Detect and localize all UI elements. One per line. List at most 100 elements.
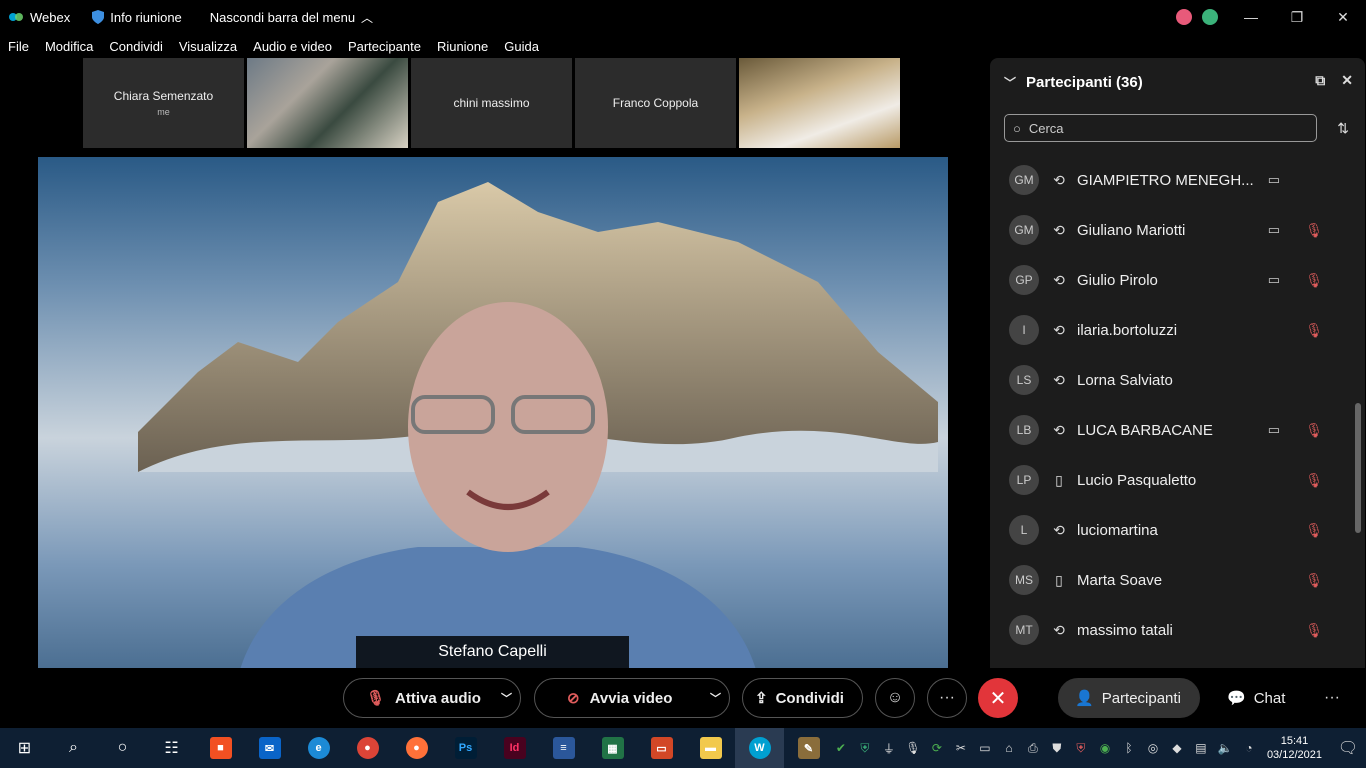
video-camera-icon: ▭ bbox=[1267, 422, 1280, 437]
clock-date: 03/12/2021 bbox=[1266, 749, 1322, 761]
chat-button[interactable]: 💬 Chat bbox=[1212, 678, 1302, 718]
participant-row[interactable]: MT ⟲ massimo tatali 🎙 bbox=[990, 605, 1345, 655]
participant-row[interactable]: LP ▯ Lucio Pasqualetto 🎙 bbox=[990, 455, 1345, 505]
participant-name: GIAMPIETRO MENEGH... bbox=[1077, 171, 1254, 189]
mail-app[interactable]: ✉ bbox=[245, 728, 294, 768]
bluetooth-icon[interactable]: ᛒ bbox=[1117, 741, 1141, 755]
presentation-app[interactable]: ▭ bbox=[637, 728, 686, 768]
leave-meeting-button[interactable]: ✕ bbox=[978, 678, 1018, 718]
menu-condividi[interactable]: Condividi bbox=[109, 39, 162, 54]
volume-icon[interactable]: 🔈 bbox=[1213, 741, 1237, 755]
paint-app[interactable]: ✎ bbox=[784, 728, 833, 768]
menu-modifica[interactable]: Modifica bbox=[45, 39, 93, 54]
menu-audio-video[interactable]: Audio e video bbox=[253, 39, 332, 54]
close-icon[interactable]: ✕ bbox=[1341, 72, 1353, 89]
store-app[interactable]: ■ bbox=[196, 728, 245, 768]
more-options-button[interactable]: ··· bbox=[927, 678, 967, 718]
webex-app[interactable]: W bbox=[735, 728, 784, 768]
display-icon[interactable]: ▭ bbox=[973, 741, 997, 755]
menu-file[interactable]: File bbox=[8, 39, 29, 54]
restore-button[interactable]: ❐ bbox=[1274, 0, 1320, 34]
shield-icon[interactable]: ⛊ bbox=[1045, 741, 1069, 756]
thumbnail-franco-coppola[interactable]: Franco Coppola bbox=[575, 58, 736, 148]
cortana-icon: ○ bbox=[117, 739, 128, 756]
participant-row[interactable]: L ⟲ luciomartina 🎙 bbox=[990, 505, 1345, 555]
scrollbar-thumb[interactable] bbox=[1355, 403, 1361, 533]
clock[interactable]: 15:41 03/12/2021 bbox=[1267, 734, 1322, 762]
participant-name: ilaria.bortoluzzi bbox=[1077, 321, 1178, 339]
taskbar-search[interactable]: ⌕ bbox=[49, 728, 98, 768]
network-stats-icon[interactable] bbox=[1202, 9, 1218, 25]
participant-row[interactable]: GP ⟲ Giulio Pirolo ▭ 🎙 bbox=[990, 255, 1345, 305]
system-tray: ✔ ⛨ ⏚ 🎙 ⟳ ✂ ▭ ⌂ ⎙ ⛊ ⛨ ◉ ᛒ ◎ ◆ ▤ 🔈 ◔ 15:4… bbox=[829, 728, 1366, 768]
participant-row[interactable]: GM ⟲ Giuliano Mariotti ▭ 🎙 bbox=[990, 205, 1345, 255]
wifi-icon[interactable]: ◔ bbox=[1237, 741, 1261, 755]
spreadsheet-app[interactable]: ▦ bbox=[588, 728, 637, 768]
thumbnail-name: chini massimo bbox=[453, 96, 530, 110]
document-app[interactable]: ≡ bbox=[539, 728, 588, 768]
close-window-button[interactable]: ✕ bbox=[1320, 0, 1366, 34]
check-icon[interactable]: ✔ bbox=[829, 741, 853, 755]
dropbox-icon[interactable]: ◆ bbox=[1165, 741, 1189, 755]
firefox-app[interactable]: ● bbox=[392, 728, 441, 768]
menu-partecipante[interactable]: Partecipante bbox=[348, 39, 421, 54]
participant-row[interactable]: LS ⟲ Lorna Salviato bbox=[990, 355, 1345, 405]
participant-name: Lucio Pasqualetto bbox=[1077, 471, 1197, 489]
chevron-down-icon[interactable]: ﹀ bbox=[1004, 74, 1016, 91]
menu-guida[interactable]: Guida bbox=[504, 39, 539, 54]
minimize-button[interactable]: — bbox=[1228, 0, 1274, 34]
shield-check-icon[interactable]: ⛨ bbox=[853, 741, 877, 756]
participant-row[interactable]: I ⟲ ilaria.bortoluzzi 🎙 bbox=[990, 305, 1345, 355]
mic-muted-icon: 🎙 bbox=[1305, 621, 1323, 638]
teamviewer-icon[interactable]: ◎ bbox=[1141, 741, 1165, 755]
participant-row[interactable]: LB ⟲ LUCA BARBACANE ▭ 🎙 bbox=[990, 405, 1345, 455]
network-sync-icon[interactable]: ⟳ bbox=[925, 741, 949, 755]
share-icon: ⇪ bbox=[755, 690, 768, 707]
usb-icon[interactable]: ⏚ bbox=[877, 740, 901, 757]
edge-app[interactable]: e bbox=[294, 728, 343, 768]
notifications-icon[interactable]: 🗨 bbox=[1330, 738, 1366, 758]
search-icon: ○ bbox=[1013, 120, 1021, 136]
photoshop-app[interactable]: Ps bbox=[441, 728, 490, 768]
shield-icon bbox=[92, 10, 105, 24]
thumbnail-video-room[interactable] bbox=[247, 58, 408, 148]
participants-button[interactable]: 👤 Partecipanti bbox=[1058, 678, 1200, 718]
close-icon: ✕ bbox=[989, 687, 1007, 710]
camera-icon[interactable]: ⌂ bbox=[997, 741, 1021, 755]
microphone-icon[interactable]: 🎙 bbox=[901, 741, 925, 755]
participant-row[interactable]: MS ▯ Marta Soave 🎙 bbox=[990, 555, 1345, 605]
hide-menu-bar-button[interactable]: Nascondi barra del menu ︿ bbox=[210, 9, 373, 26]
menu-riunione[interactable]: Riunione bbox=[437, 39, 488, 54]
menu-visualizza[interactable]: Visualizza bbox=[179, 39, 237, 54]
participant-row[interactable]: GM ⟲ GIAMPIETRO MENEGH... ▭ bbox=[990, 155, 1345, 205]
participant-name: luciomartina bbox=[1077, 521, 1158, 539]
file-explorer-app[interactable]: ▬ bbox=[686, 728, 735, 768]
nvidia-icon[interactable]: ◉ bbox=[1093, 741, 1117, 755]
task-view-button[interactable]: ☷ bbox=[147, 728, 196, 768]
printer-icon[interactable]: ⎙ bbox=[1021, 741, 1045, 756]
pop-out-icon[interactable]: ⧉ bbox=[1315, 72, 1325, 89]
start-video-button[interactable]: ⊘ Avvia video ﹀ bbox=[534, 678, 730, 718]
sort-icon[interactable]: ⇅ bbox=[1337, 120, 1349, 137]
reactions-button[interactable]: ☺ bbox=[875, 678, 915, 718]
unmute-button[interactable]: 🎙 Attiva audio ﹀ bbox=[343, 678, 521, 718]
thumbnail-video-office[interactable] bbox=[739, 58, 900, 148]
start-button[interactable]: ⊞ bbox=[0, 728, 49, 768]
search-input[interactable]: ○ Cerca bbox=[1004, 114, 1317, 142]
share-button[interactable]: ⇪ Condividi bbox=[742, 678, 863, 718]
thumbnail-chini-massimo[interactable]: chini massimo bbox=[411, 58, 572, 148]
chevron-down-icon[interactable]: ﹀ bbox=[710, 690, 721, 706]
cortana-button[interactable]: ○ bbox=[98, 728, 147, 768]
chevron-down-icon[interactable]: ﹀ bbox=[501, 690, 512, 706]
more-panels-button[interactable]: ··· bbox=[1312, 678, 1352, 718]
tools-icon[interactable]: ✂ bbox=[949, 741, 973, 755]
sync-icon: ⟲ bbox=[1053, 271, 1065, 288]
windows-icon: ⊞ bbox=[17, 740, 32, 757]
thumbnail-chiara-semenzato[interactable]: Chiara Semenzato me bbox=[83, 58, 244, 148]
network-icon[interactable]: ▤ bbox=[1189, 741, 1213, 755]
indesign-app[interactable]: Id bbox=[490, 728, 539, 768]
meeting-info-button[interactable]: Info riunione bbox=[92, 10, 182, 25]
chrome-app[interactable]: ● bbox=[343, 728, 392, 768]
security-icon[interactable]: ⛨ bbox=[1069, 741, 1093, 756]
thumbnail-sub: me bbox=[157, 107, 170, 117]
